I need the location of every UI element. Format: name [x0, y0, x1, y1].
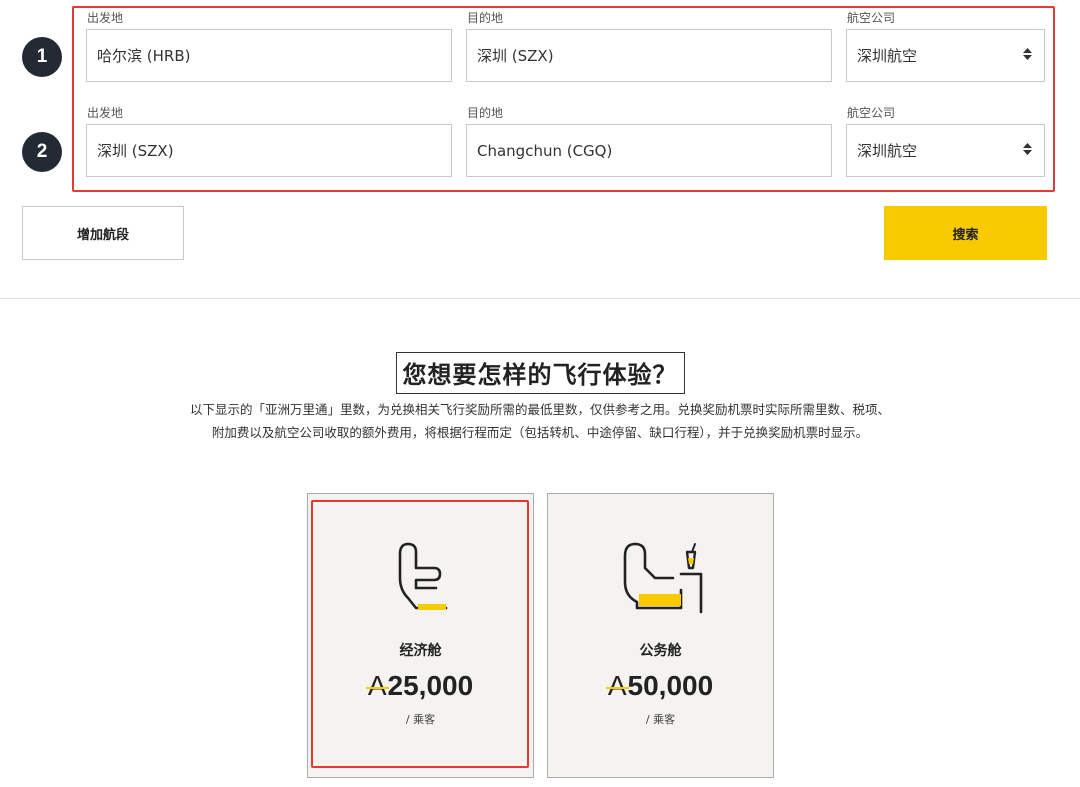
select-arrows-icon — [1023, 48, 1032, 63]
cabin-card-business[interactable]: 公务舱 A 50,000 / 乘客 — [547, 493, 774, 778]
destination-label-2: 目的地 — [467, 106, 504, 120]
origin-label-2: 出发地 — [87, 106, 124, 120]
airline-select-value-2: 深圳航空 — [857, 142, 918, 160]
airline-label-2: 航空公司 — [847, 106, 896, 120]
section-divider — [0, 298, 1080, 299]
cabin-per-passenger-economy: / 乘客 — [405, 713, 436, 726]
airline-label-1: 航空公司 — [847, 11, 896, 25]
leg-number-badge-2: 2 — [22, 132, 62, 172]
airline-select-2[interactable]: 深圳航空 — [846, 124, 1045, 177]
origin-input-2[interactable]: 深圳 (SZX) — [86, 124, 452, 177]
airline-select-value-1: 深圳航空 — [857, 47, 918, 65]
economy-seat-icon — [386, 538, 456, 622]
experience-description-line-1: 以下显示的「亚洲万里通」里数，为兑换相关飞行奖励所需的最低里数，仅供参考之用。兑… — [189, 402, 890, 417]
select-arrows-icon — [1023, 143, 1032, 158]
asia-miles-symbol: A — [605, 670, 629, 701]
add-leg-button[interactable]: 增加航段 — [22, 206, 184, 260]
business-seat-icon — [611, 538, 711, 622]
origin-label-1: 出发地 — [87, 11, 124, 25]
leg-number-badge-1: 1 — [22, 37, 62, 77]
cabin-card-economy[interactable]: 经济舱 A 25,000 / 乘客 — [307, 493, 534, 778]
cabin-per-passenger-business: / 乘客 — [645, 713, 676, 726]
destination-input-1[interactable]: 深圳 (SZX) — [466, 29, 832, 82]
destination-label-1: 目的地 — [467, 11, 504, 25]
destination-input-2[interactable]: Changchun (CGQ) — [466, 124, 832, 177]
search-button[interactable]: 搜索 — [884, 206, 1047, 260]
cabin-miles-value-business: 50,000 — [627, 670, 714, 701]
experience-headline-wrap: 您想要怎样的飞行体验？ — [0, 352, 1080, 394]
experience-description-line-2: 附加费以及航空公司收取的额外费用，将根据行程而定（包括转机、中途停留、缺口行程）… — [211, 425, 869, 440]
cabin-name-economy: 经济舱 — [399, 643, 442, 659]
cabin-miles-business: A 50,000 — [548, 670, 773, 702]
cabin-miles-value-economy: 25,000 — [387, 670, 474, 701]
airline-select-1[interactable]: 深圳航空 — [846, 29, 1045, 82]
asia-miles-symbol: A — [365, 670, 389, 701]
origin-input-1[interactable]: 哈尔滨 (HRB) — [86, 29, 452, 82]
cabin-name-business: 公务舱 — [639, 643, 682, 659]
experience-description: 以下显示的「亚洲万里通」里数，为兑换相关飞行奖励所需的最低里数，仅供参考之用。兑… — [90, 398, 990, 444]
experience-headline: 您想要怎样的飞行体验？ — [395, 352, 685, 394]
cabin-miles-economy: A 25,000 — [308, 670, 533, 702]
